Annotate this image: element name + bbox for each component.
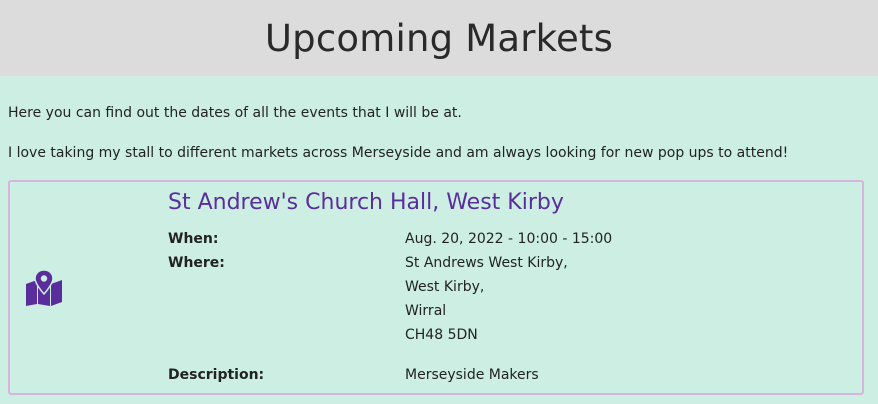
intro-text-1: Here you can find out the dates of all t… <box>8 105 462 121</box>
page-title: Upcoming Markets <box>264 16 614 60</box>
description-label: Description: <box>168 367 265 383</box>
description-value: Merseyside Makers <box>405 367 539 383</box>
page-header: Upcoming Markets <box>0 0 878 76</box>
map-location-icon <box>24 269 64 306</box>
address-line: West Kirby, <box>405 279 485 295</box>
when-label: When: <box>168 231 219 247</box>
event-title: St Andrew's Church Hall, West Kirby <box>168 190 564 215</box>
address-line: Wirral <box>405 303 447 319</box>
when-value: Aug. 20, 2022 - 10:00 - 15:00 <box>405 231 613 247</box>
address-line: St Andrews West Kirby, <box>405 255 568 271</box>
address: St Andrews West Kirby, West Kirby, Wirra… <box>405 251 568 347</box>
intro-text-2: I love taking my stall to different mark… <box>8 145 789 161</box>
where-label: Where: <box>168 255 225 271</box>
address-line: CH48 5DN <box>405 327 478 343</box>
event-card: St Andrew's Church Hall, West Kirby When… <box>8 180 864 395</box>
intro-section: Here you can find out the dates of all t… <box>0 76 878 163</box>
